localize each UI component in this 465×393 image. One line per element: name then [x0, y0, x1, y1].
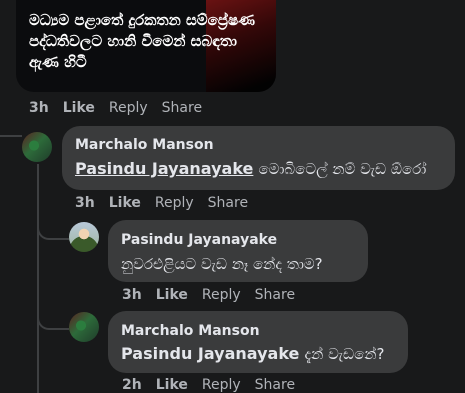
mention-link[interactable]: Pasindu Jayanayake: [75, 159, 253, 178]
thread-connector: [0, 135, 22, 137]
reply-connector-1: [37, 222, 69, 240]
comment-author[interactable]: Marchalo Manson: [121, 323, 260, 339]
avatar[interactable]: [69, 222, 99, 252]
post-image-text: මධ්‍යම පළාතේ දුරකතන සම්ප්‍රේෂණ පද්ධතිවලට…: [29, 11, 255, 71]
like-button[interactable]: Like: [156, 377, 188, 393]
comment-text: දැන් වැඩනේ?: [304, 345, 385, 363]
comment-bubble: Marchalo Manson Pasindu Jayanayake මොබිට…: [62, 126, 455, 190]
mention-link[interactable]: Pasindu Jayanayake: [121, 344, 299, 363]
comment-bubble: Pasindu Jayanayake නුවරඑළියට වැඩ නෑ නේද …: [108, 220, 368, 282]
reply-button[interactable]: Reply: [155, 195, 194, 211]
comment-timestamp[interactable]: 3h: [122, 287, 142, 303]
post-actions: 3h Like Reply Share: [29, 100, 202, 116]
comment-text: නුවරඑළියට වැඩ නෑ නේද තාම?: [121, 255, 323, 273]
reply-button[interactable]: Reply: [202, 287, 241, 303]
comment-text: මොබිටෙල් නම් වැඩ ඕරෝ: [258, 160, 427, 178]
comment-bubble: Marchalo Manson Pasindu Jayanayake දැන් …: [108, 311, 408, 373]
comment-actions: 3h Like Reply Share: [75, 195, 248, 211]
comment-actions: 3h Like Reply Share: [122, 287, 295, 303]
comment-timestamp[interactable]: 3h: [75, 195, 95, 211]
like-button[interactable]: Like: [109, 195, 141, 211]
post-share-button[interactable]: Share: [162, 100, 202, 116]
comment-timestamp[interactable]: 2h: [122, 377, 142, 393]
share-button[interactable]: Share: [208, 195, 248, 211]
post-image[interactable]: මධ්‍යම පළාතේ දුරකතන සම්ප්‍රේෂණ පද්ධතිවලට…: [16, 0, 276, 92]
share-button[interactable]: Share: [255, 287, 295, 303]
reply-button[interactable]: Reply: [202, 377, 241, 393]
avatar[interactable]: [69, 312, 99, 342]
post-timestamp[interactable]: 3h: [29, 100, 49, 116]
comment-actions: 2h Like Reply Share: [122, 377, 295, 393]
comment-author[interactable]: Pasindu Jayanayake: [121, 232, 277, 248]
like-button[interactable]: Like: [156, 287, 188, 303]
post-reply-button[interactable]: Reply: [109, 100, 148, 116]
comment-author[interactable]: Marchalo Manson: [75, 137, 214, 153]
share-button[interactable]: Share: [255, 377, 295, 393]
reply-connector-2: [37, 312, 69, 330]
thread-line-main: [37, 164, 39, 393]
post-like-button[interactable]: Like: [63, 100, 95, 116]
avatar[interactable]: [22, 132, 52, 162]
